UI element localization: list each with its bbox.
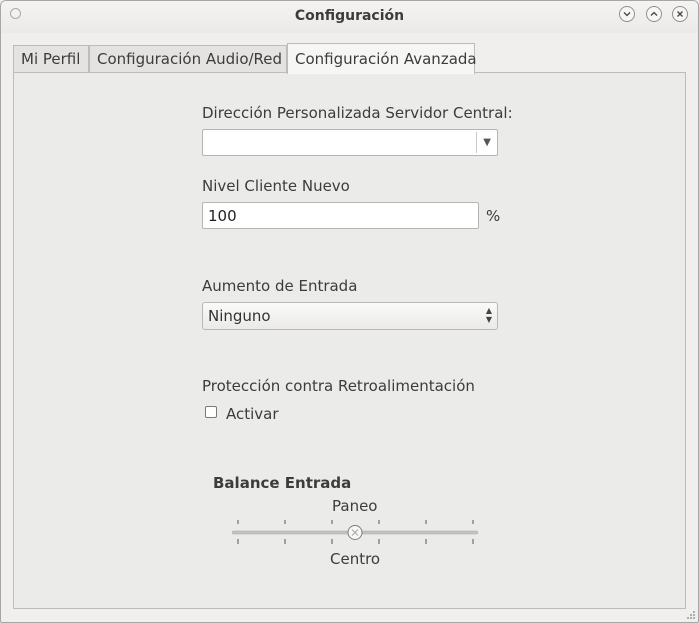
- feedback-protection-checkbox[interactable]: [205, 406, 217, 418]
- feedback-protection-label: Protección contra Retroalimentación: [202, 377, 475, 395]
- slider-handle[interactable]: [347, 525, 363, 540]
- feedback-protection-checkbox-label[interactable]: Activar: [226, 405, 279, 423]
- settings-window: Configuración Mi Perfil Configuración Au…: [0, 0, 699, 623]
- tab-configuracion-avanzada[interactable]: Configuración Avanzada: [287, 43, 477, 74]
- input-boost-value: Ninguno: [208, 307, 271, 325]
- input-boost-select[interactable]: Ninguno ▲ ▼: [202, 302, 498, 330]
- input-balance-slider[interactable]: [230, 516, 480, 548]
- input-boost-label: Aumento de Entrada: [202, 277, 358, 295]
- tab-configuracion-audio-red[interactable]: Configuración Audio/Red: [89, 45, 287, 73]
- central-server-label: Dirección Personalizada Servidor Central…: [202, 104, 513, 122]
- tab-mi-perfil[interactable]: Mi Perfil: [13, 45, 89, 73]
- new-client-level-input[interactable]: 100: [202, 202, 479, 229]
- dropdown-arrow-icon[interactable]: ▼: [483, 137, 491, 148]
- up-down-arrows-icon: ▲ ▼: [485, 306, 492, 324]
- maximize-button[interactable]: [646, 6, 662, 22]
- center-label: Centro: [330, 550, 381, 568]
- chevron-down-icon: [623, 12, 631, 17]
- title-bar: Configuración: [1, 1, 698, 33]
- new-client-level-label: Nivel Cliente Nuevo: [202, 177, 350, 195]
- percent-unit: %: [486, 207, 501, 225]
- minimize-button[interactable]: [619, 6, 635, 22]
- combo-divider: [476, 132, 477, 153]
- central-server-combobox[interactable]: ▼: [202, 129, 498, 156]
- chevron-up-icon: [650, 11, 658, 16]
- input-balance-title: Balance Entrada: [213, 474, 352, 492]
- close-button[interactable]: [672, 6, 688, 22]
- window-title: Configuración: [294, 8, 405, 24]
- pan-label: Paneo: [332, 497, 378, 515]
- resize-grip-icon[interactable]: [684, 608, 696, 620]
- close-icon: [677, 11, 683, 17]
